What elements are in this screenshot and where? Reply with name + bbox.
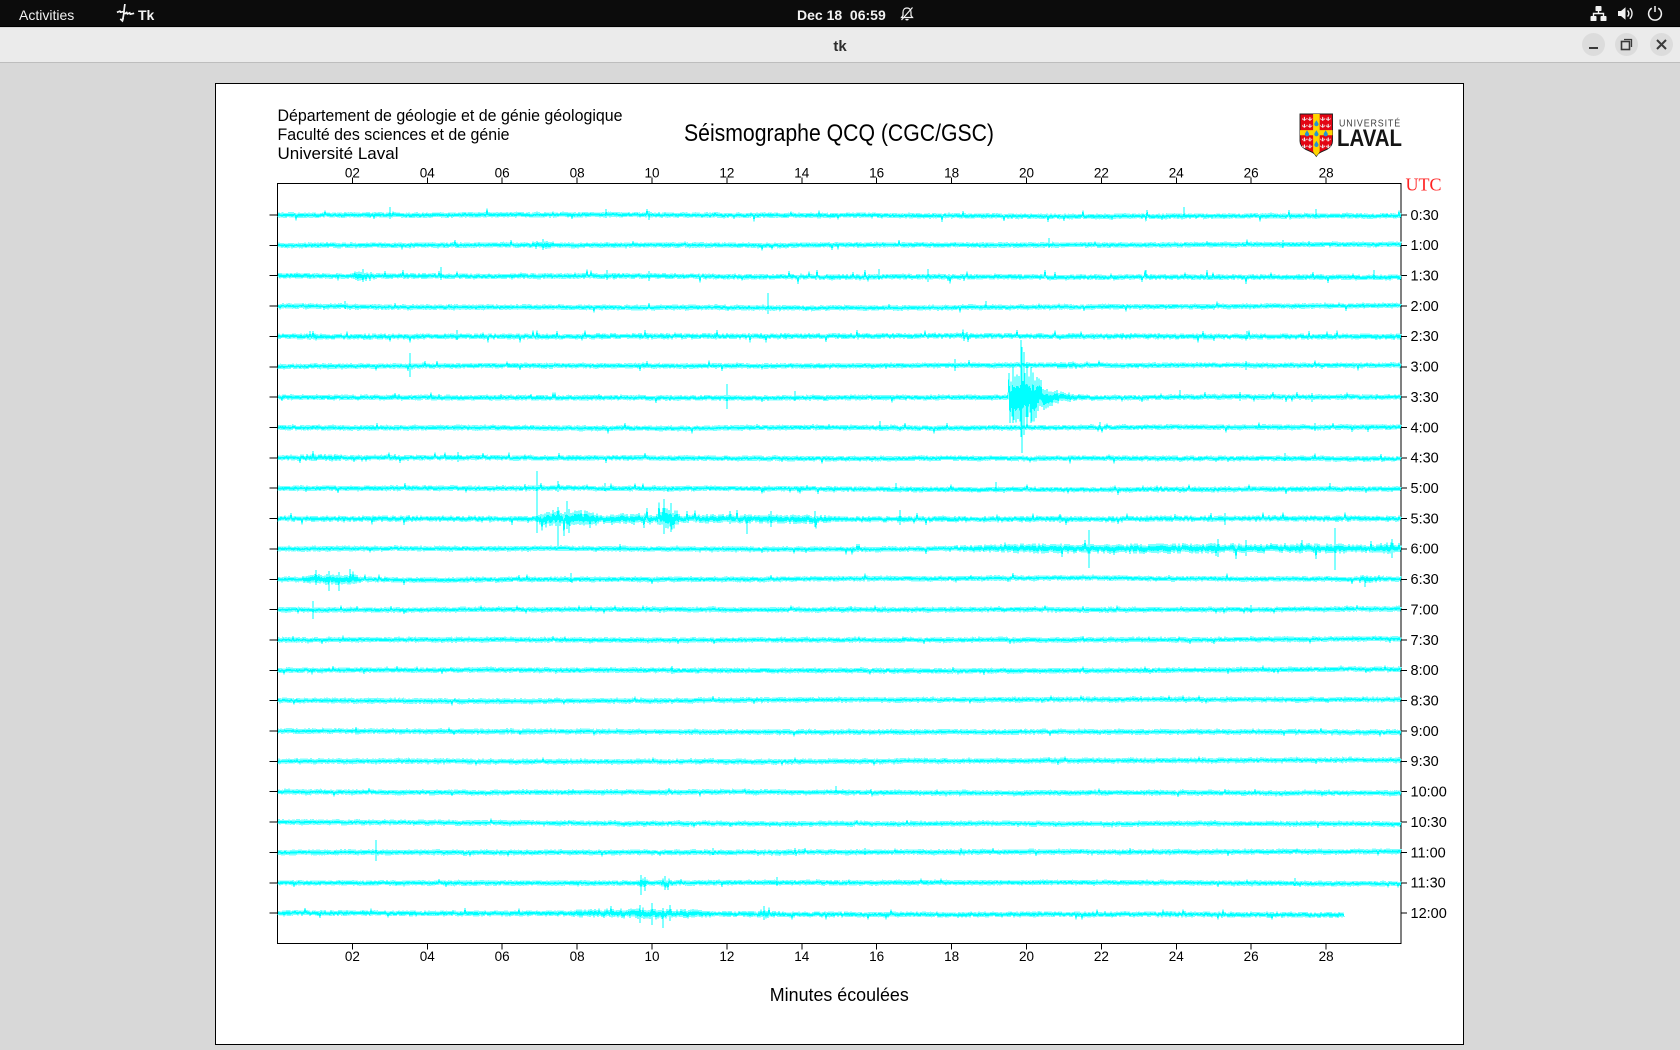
svg-text:20: 20: [1019, 949, 1034, 964]
svg-text:18: 18: [944, 166, 959, 181]
svg-text:14: 14: [794, 166, 810, 181]
svg-text:9:30: 9:30: [1411, 754, 1439, 770]
svg-text:0:30: 0:30: [1411, 208, 1439, 224]
svg-text:Département de géologie et de: Département de géologie et de génie géol…: [278, 106, 623, 125]
svg-text:02: 02: [345, 949, 360, 964]
svg-text:5:00: 5:00: [1411, 481, 1439, 497]
svg-text:UTC: UTC: [1406, 175, 1442, 195]
svg-text:7:30: 7:30: [1411, 633, 1439, 649]
svg-text:24: 24: [1169, 166, 1185, 181]
svg-text:5:30: 5:30: [1411, 511, 1439, 527]
svg-text:3:00: 3:00: [1411, 360, 1439, 376]
svg-text:1:00: 1:00: [1411, 238, 1439, 254]
svg-text:1:30: 1:30: [1411, 269, 1439, 285]
svg-text:9:00: 9:00: [1411, 724, 1439, 740]
svg-text:10: 10: [644, 166, 659, 181]
svg-text:2:30: 2:30: [1411, 329, 1439, 345]
svg-text:28: 28: [1319, 949, 1334, 964]
svg-text:12: 12: [719, 166, 734, 181]
svg-text:Université Laval: Université Laval: [278, 144, 399, 163]
svg-text:3:30: 3:30: [1411, 390, 1439, 406]
svg-text:22: 22: [1094, 166, 1109, 181]
svg-text:20: 20: [1019, 166, 1034, 181]
svg-text:LAVAL: LAVAL: [1337, 125, 1402, 152]
svg-text:08: 08: [570, 949, 585, 964]
svg-text:8:00: 8:00: [1411, 663, 1439, 679]
svg-text:26: 26: [1244, 166, 1259, 181]
svg-text:24: 24: [1169, 949, 1185, 964]
svg-text:10: 10: [644, 949, 659, 964]
svg-text:06: 06: [495, 949, 510, 964]
svg-text:22: 22: [1094, 949, 1109, 964]
svg-text:04: 04: [420, 949, 436, 964]
svg-text:6:30: 6:30: [1411, 572, 1439, 588]
svg-text:11:00: 11:00: [1411, 845, 1446, 861]
svg-text:04: 04: [420, 166, 436, 181]
svg-text:06: 06: [495, 166, 510, 181]
svg-text:16: 16: [869, 166, 884, 181]
svg-text:8:30: 8:30: [1411, 694, 1439, 710]
svg-text:11:30: 11:30: [1411, 876, 1446, 892]
svg-text:28: 28: [1319, 166, 1334, 181]
svg-text:4:30: 4:30: [1411, 451, 1439, 467]
svg-text:08: 08: [570, 166, 585, 181]
svg-text:10:30: 10:30: [1411, 815, 1447, 831]
svg-text:10:00: 10:00: [1411, 785, 1447, 801]
svg-text:2:00: 2:00: [1411, 299, 1439, 315]
svg-text:12: 12: [719, 949, 734, 964]
svg-text:Faculté des sciences et de gén: Faculté des sciences et de génie: [278, 125, 510, 144]
svg-text:4:00: 4:00: [1411, 420, 1439, 436]
svg-text:12:00: 12:00: [1411, 906, 1447, 922]
svg-text:7:00: 7:00: [1411, 602, 1439, 618]
svg-text:Minutes écoulées: Minutes écoulées: [770, 984, 909, 1005]
svg-text:14: 14: [794, 949, 810, 964]
svg-text:18: 18: [944, 949, 959, 964]
svg-text:16: 16: [869, 949, 884, 964]
svg-text:6:00: 6:00: [1411, 542, 1439, 558]
svg-text:Séismographe QCQ (CGC/GSC): Séismographe QCQ (CGC/GSC): [684, 120, 994, 147]
svg-text:02: 02: [345, 166, 360, 181]
svg-text:26: 26: [1244, 949, 1259, 964]
